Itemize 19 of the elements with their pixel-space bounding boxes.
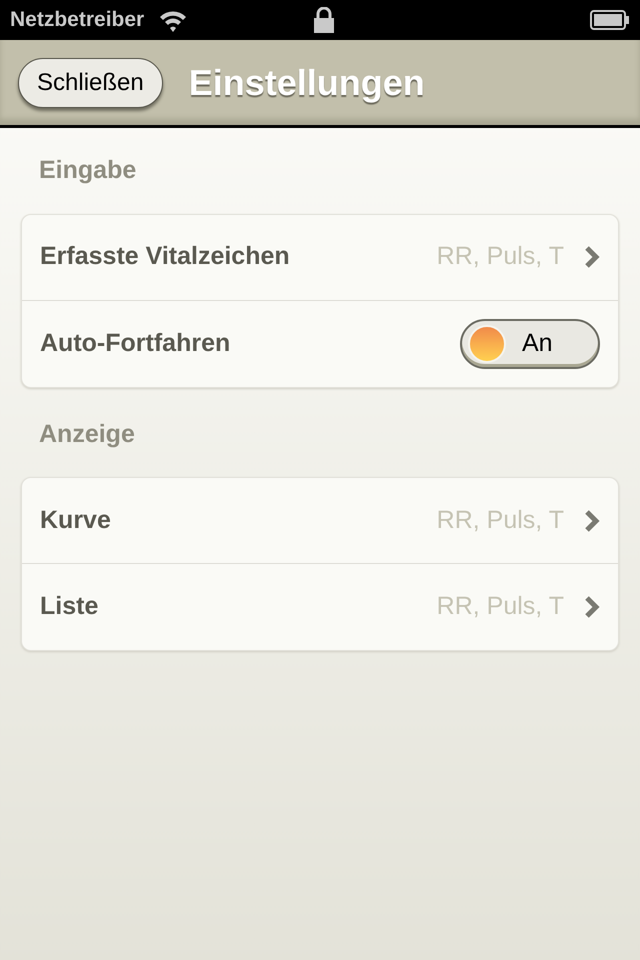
chevron-icon[interactable] — [584, 595, 600, 619]
row-value: RR, Puls, T — [436, 504, 564, 536]
lock-icon — [314, 7, 334, 33]
row-value: RR, Puls, T — [436, 591, 564, 622]
row-label: Liste — [40, 591, 100, 622]
close-button[interactable]: Schließen — [18, 58, 163, 108]
carrier-name: Netzbetreiber — [10, 7, 144, 34]
battery-icon — [590, 10, 630, 30]
page-title: Einstellungen — [188, 60, 425, 105]
toggle-knob-icon — [468, 324, 506, 362]
chevron-icon[interactable] — [584, 508, 600, 532]
row-label: Erfasste Vitalzeichen — [40, 241, 291, 272]
row-label: Auto-Fortfahren — [40, 328, 232, 359]
section-header: Eingabe — [39, 155, 138, 186]
row-label: Kurve — [40, 504, 112, 536]
row-value: RR, Puls, T — [436, 241, 564, 272]
section-header: Anzeige — [39, 418, 136, 450]
toggle-switch[interactable]: An — [460, 318, 600, 368]
chevron-icon[interactable] — [584, 245, 600, 269]
